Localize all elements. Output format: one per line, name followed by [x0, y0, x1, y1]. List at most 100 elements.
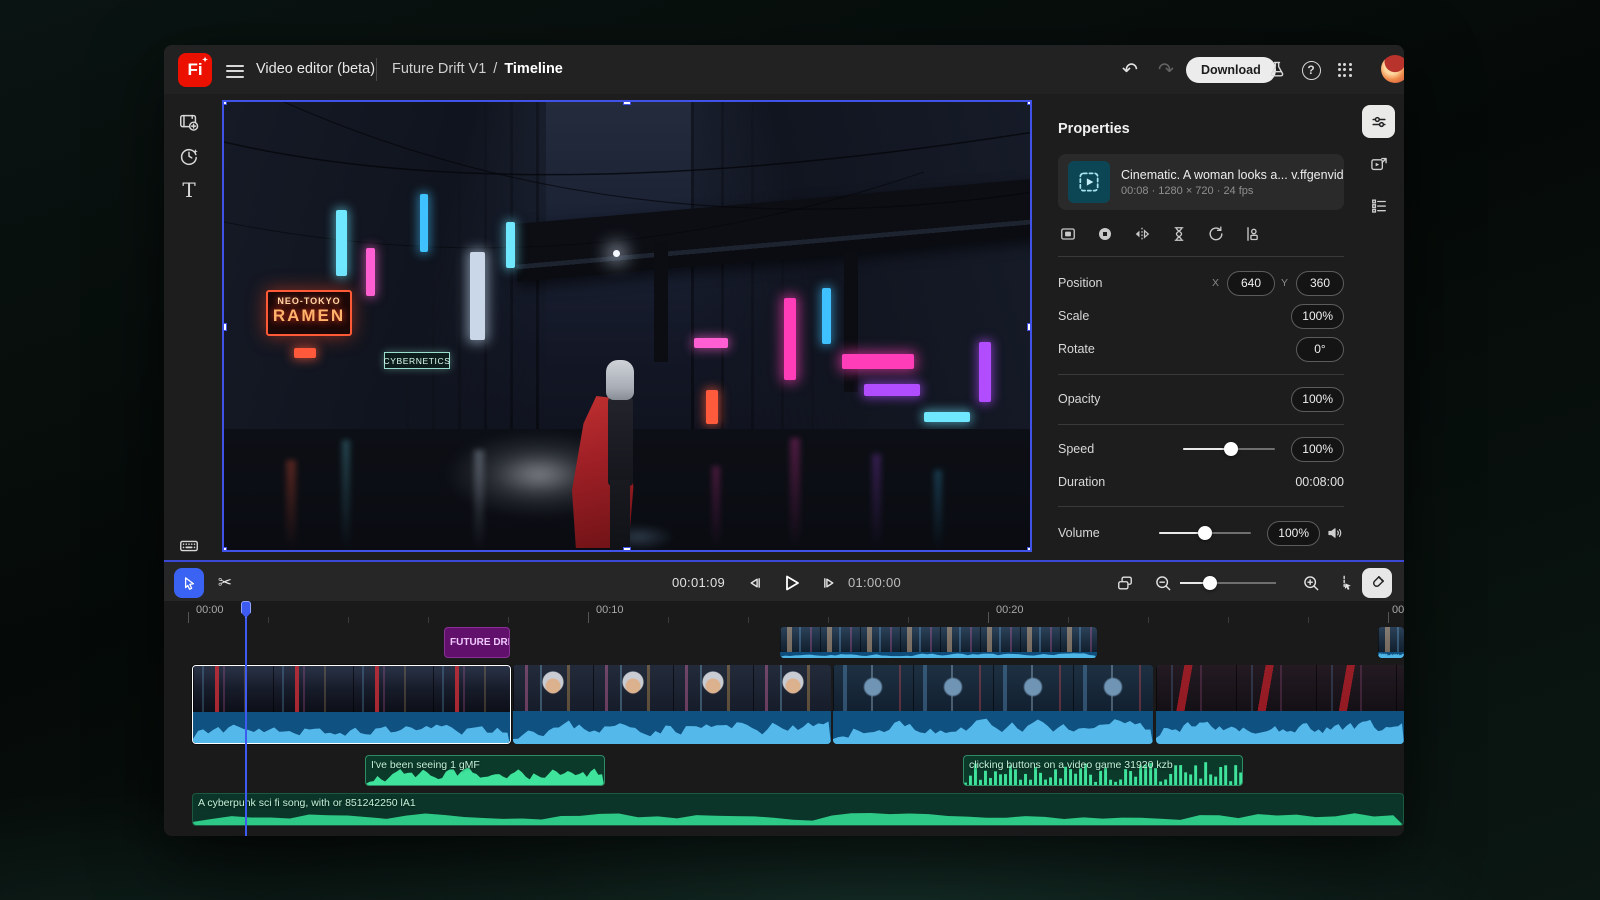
previous-frame-icon[interactable] — [742, 570, 768, 596]
clip-thumbnails — [1156, 665, 1404, 711]
timeline-ruler[interactable]: 00:00 00:10 00:20 00 — [164, 601, 1404, 623]
hamburger-menu-icon[interactable] — [226, 61, 244, 77]
video-clip-4[interactable] — [1156, 665, 1404, 744]
rotate-input[interactable]: 0° — [1296, 337, 1344, 362]
apps-grid-icon[interactable] — [1332, 57, 1358, 83]
zoom-out-icon[interactable] — [1150, 570, 1176, 596]
neon-sign — [470, 252, 485, 340]
download-button[interactable]: Download — [1186, 57, 1276, 83]
zoom-in-icon[interactable] — [1298, 570, 1324, 596]
selection-handle[interactable] — [623, 100, 631, 105]
overlay-video-clip-right[interactable] — [1378, 627, 1404, 658]
street-lamp — [613, 250, 620, 257]
selection-handle[interactable] — [222, 100, 227, 105]
user-avatar[interactable] — [1381, 55, 1404, 83]
sfx-clip-1[interactable]: I've been seeing 1 gMF — [365, 755, 605, 786]
add-media-icon[interactable] — [172, 105, 206, 139]
video-clip-3[interactable] — [833, 665, 1153, 744]
text-tool-icon[interactable]: T — [172, 173, 206, 207]
beaker-icon[interactable] — [1264, 57, 1290, 83]
reflection — [872, 454, 881, 550]
breadcrumb: Future Drift V1 / Timeline — [392, 61, 563, 77]
neon-sign — [706, 390, 718, 424]
reflection — [790, 438, 800, 550]
preview-frame: NEO-TOKYO RAMEN CYBERNETICS — [224, 102, 1030, 550]
overlay-thumbnails — [780, 627, 1097, 652]
text-clip-future-drift[interactable]: FUTURE DRIF — [444, 627, 510, 658]
play-button[interactable] — [778, 570, 804, 596]
woman-with-red-cape — [590, 360, 650, 552]
neon-sign — [822, 288, 831, 344]
position-x-input[interactable]: 640 — [1227, 271, 1275, 296]
duration-row: Duration 00:08:00 — [1058, 469, 1344, 495]
help-icon[interactable]: ? — [1298, 57, 1324, 83]
reflection — [712, 466, 720, 550]
timeline-zoom-slider[interactable] — [1180, 576, 1276, 590]
clip-thumbnails — [833, 665, 1153, 711]
clip-tools-row — [1056, 222, 1265, 246]
ruler-label: 00 — [1392, 604, 1404, 616]
clip-audio-wave — [833, 711, 1153, 744]
music-clip[interactable]: A cyberpunk sci fi song, with or 8512422… — [192, 793, 1404, 826]
properties-panel: Properties Cinematic. A woman looks a...… — [1040, 94, 1360, 560]
volume-label: Volume — [1058, 526, 1100, 540]
export-clip-button[interactable] — [1362, 147, 1395, 180]
video-clip-1-selected[interactable] — [192, 665, 511, 744]
header-bar: Fi ✦ Video editor (beta) Future Drift V1… — [164, 45, 1404, 94]
speed-slider[interactable] — [1183, 442, 1275, 456]
selected-clip-card[interactable]: Cinematic. A woman looks a... v.ffgenvid… — [1058, 154, 1344, 210]
volume-slider[interactable] — [1159, 526, 1251, 540]
playhead[interactable] — [245, 601, 247, 836]
selection-handle[interactable] — [623, 547, 631, 552]
firefly-logo[interactable]: Fi ✦ — [178, 53, 212, 87]
selection-handle[interactable] — [222, 323, 227, 331]
align-objects-icon[interactable] — [1241, 222, 1265, 246]
neon-sign — [784, 298, 796, 380]
breadcrumb-separator: / — [493, 61, 497, 77]
split-tool-icon[interactable]: ✂ — [212, 570, 238, 596]
desktop-background: Fi ✦ Video editor (beta) Future Drift V1… — [0, 0, 1600, 900]
app-title: Video editor (beta) — [256, 61, 375, 77]
next-frame-icon[interactable] — [816, 570, 842, 596]
position-y-input[interactable]: 360 — [1296, 271, 1344, 296]
selection-handle[interactable] — [1027, 323, 1032, 331]
selection-handle[interactable] — [1027, 100, 1032, 105]
breadcrumb-project[interactable]: Future Drift V1 — [392, 61, 486, 77]
video-preview-canvas[interactable]: NEO-TOKYO RAMEN CYBERNETICS — [222, 100, 1032, 552]
keyboard-shortcuts-icon[interactable] — [172, 529, 206, 563]
total-timecode: 01:00:00 — [848, 575, 901, 590]
header-divider — [376, 58, 377, 81]
speaker-icon[interactable] — [1326, 524, 1344, 542]
neon-sign — [864, 384, 920, 396]
position-row: Position X 640 Y 360 — [1058, 270, 1344, 296]
snap-magnet-toggle[interactable] — [1362, 568, 1392, 598]
mask-icon[interactable] — [1093, 222, 1117, 246]
undo-button[interactable]: ↶ — [1117, 57, 1143, 83]
volume-input[interactable]: 100% — [1267, 521, 1320, 546]
selection-handle[interactable] — [1027, 547, 1032, 552]
overlay-video-clip[interactable] — [780, 627, 1097, 658]
sfx-clip-2[interactable]: clicking buttons on a video game 31920 k… — [963, 755, 1243, 786]
ruler-label: 00:20 — [996, 604, 1024, 616]
generate-history-icon[interactable] — [172, 139, 206, 173]
opacity-input[interactable]: 100% — [1291, 387, 1344, 412]
neon-sign — [924, 412, 970, 422]
neon-sign — [420, 194, 428, 252]
fit-timeline-icon[interactable] — [1112, 570, 1138, 596]
fill-frame-icon[interactable] — [1056, 222, 1080, 246]
duration-hourglass-icon[interactable] — [1167, 222, 1191, 246]
properties-panel-button[interactable] — [1362, 105, 1395, 138]
clip-audio-wave — [513, 711, 831, 744]
selection-handle[interactable] — [222, 547, 227, 552]
snap-playhead-icon[interactable] — [1332, 570, 1358, 596]
select-tool-button[interactable] — [174, 568, 204, 598]
speed-input[interactable]: 100% — [1291, 437, 1344, 462]
rotate-icon[interactable] — [1204, 222, 1228, 246]
neon-sign — [979, 342, 991, 402]
queue-list-button[interactable] — [1362, 189, 1395, 222]
redo-button[interactable]: ↷ — [1153, 57, 1179, 83]
clip-meta: 00:08 · 1280 × 720 · 24 fps — [1121, 185, 1344, 197]
scale-input[interactable]: 100% — [1291, 304, 1344, 329]
video-clip-2[interactable] — [513, 665, 831, 744]
flip-horizontal-icon[interactable] — [1130, 222, 1154, 246]
